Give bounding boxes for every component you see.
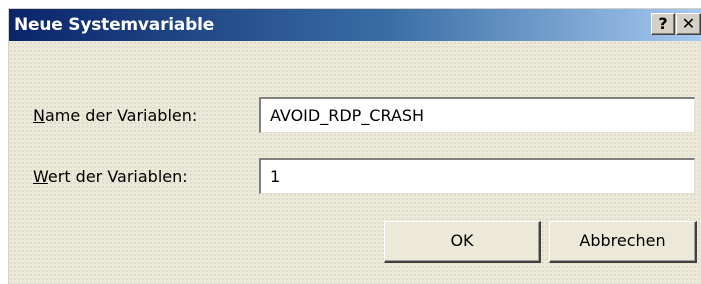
variable-value-label-text: ert der Variablen: [47, 167, 188, 186]
variable-value-access-key: W [33, 167, 48, 186]
help-button[interactable]: ? [651, 13, 675, 35]
variable-value-input[interactable]: 1 [259, 158, 695, 194]
title-bar[interactable]: Neue Systemvariable ? ✕ [9, 9, 701, 41]
close-icon: ✕ [681, 14, 696, 33]
new-system-variable-dialog: Neue Systemvariable ? ✕ Name der Variabl… [8, 8, 701, 284]
variable-value-label: Wert der Variablen: [33, 167, 188, 186]
variable-name-label-text: ame der Variablen: [44, 106, 198, 125]
dialog-title: Neue Systemvariable [14, 15, 215, 35]
variable-name-label: Name der Variablen: [33, 106, 197, 125]
ok-button[interactable]: OK [384, 221, 541, 263]
variable-name-input[interactable]: AVOID_RDP_CRASH [259, 97, 695, 133]
cancel-button[interactable]: Abbrechen [549, 221, 697, 263]
variable-name-access-key: N [33, 106, 45, 125]
close-button[interactable]: ✕ [676, 13, 701, 35]
